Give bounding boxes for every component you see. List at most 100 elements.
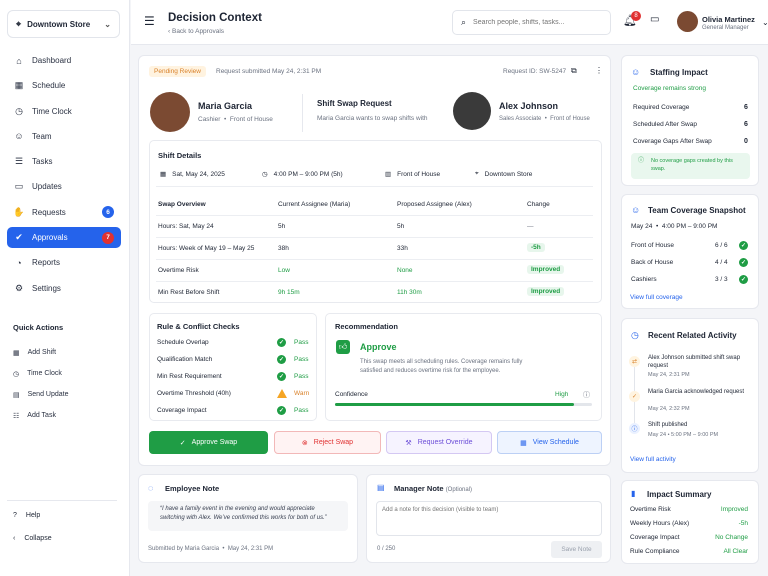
store-selector[interactable]: ⌖ Downtown Store ⌄	[7, 10, 120, 38]
request-override-button[interactable]: ⚒ Request Override	[386, 431, 492, 454]
chevron-down-icon: ⌄	[104, 19, 111, 29]
sidebar-item-team[interactable]: ☺ Team	[7, 126, 121, 147]
page-title: Decision Context	[168, 12, 262, 24]
table-row-current: 38h	[278, 245, 289, 252]
no-gaps-text: No coverage gaps created by this swap.	[651, 158, 733, 173]
rules-title: Rule & Conflict Checks	[157, 322, 240, 331]
task-plus-icon: ☷	[13, 412, 20, 420]
impact-label: Coverage Impact	[630, 534, 680, 541]
recommendation-title: Recommendation	[335, 322, 398, 331]
coverage-when: May 24 • 4:00 PM – 9:00 PM	[631, 223, 718, 230]
sidebar-item-updates[interactable]: ▭ Updates	[7, 176, 121, 197]
approve-swap-button[interactable]: ✓ Approve Swap	[149, 431, 268, 454]
rules-panel: Rule & Conflict Checks Schedule Overlap …	[149, 313, 317, 421]
table-row-current: 9h 15m	[278, 289, 300, 296]
from-name: Maria Garcia	[198, 101, 253, 111]
calendar-icon: ▦	[160, 171, 167, 178]
staffing-label: Scheduled After Swap	[633, 121, 697, 128]
clock-icon: ◷	[15, 105, 23, 116]
chevron-down-icon[interactable]: ⌄	[762, 18, 768, 27]
info-icon: ⓘ	[638, 158, 645, 164]
table-row-current: Low	[278, 267, 290, 274]
sidebar-item-label: Tasks	[32, 157, 53, 167]
shift-dept-value: Front of House	[397, 170, 441, 178]
table-row-proposed: 5h	[397, 223, 405, 230]
table-row-label: Hours: Sat, May 24	[158, 223, 214, 230]
quick-action-send-update[interactable]: ▤ Send Update	[13, 384, 123, 405]
maria-avatar	[150, 92, 190, 132]
clock-icon: ◷	[262, 171, 268, 178]
shift-time: ◷ 4:00 PM – 9:00 PM (5h)	[262, 170, 343, 179]
sidebar-item-schedule[interactable]: ▦ Schedule	[7, 75, 121, 96]
activity-time: May 24 • 5:00 PM – 9:00 PM	[648, 432, 719, 438]
save-note-button[interactable]: Save Note	[551, 541, 602, 558]
table-row-change: —	[527, 223, 534, 230]
sidebar-item-dashboard[interactable]: ⌂ Dashboard	[7, 50, 121, 71]
from-role: Cashier	[198, 116, 221, 123]
confidence-value: High	[555, 391, 569, 398]
view-coverage-link[interactable]: View full coverage	[630, 294, 683, 301]
check-icon: ✓	[739, 275, 748, 284]
reject-swap-button[interactable]: ⊗ Reject Swap	[274, 431, 381, 454]
clock-icon: ◷	[631, 330, 639, 340]
note-icon: ▤	[377, 483, 385, 492]
collapse-label: Collapse	[24, 535, 52, 542]
collapse-button[interactable]: ‹ Collapse	[13, 535, 52, 542]
check-icon: ✓	[277, 372, 286, 381]
activity-text: Maria Garcia acknowledged request	[648, 389, 745, 395]
coverage-value: 4 / 4	[715, 259, 728, 266]
employee-note-by: Submitted by Maria Garcia	[148, 546, 220, 552]
table-row-proposed: None	[397, 267, 413, 274]
staffing-value: 6	[744, 104, 748, 111]
view-schedule-button[interactable]: ▦ View Schedule	[497, 431, 602, 454]
sidebar-item-time-clock[interactable]: ◷ Time Clock	[7, 101, 121, 122]
search-input[interactable]	[473, 19, 602, 26]
calendar-icon: ▦	[520, 439, 527, 447]
sidebar-item-reports[interactable]: ◔ Reports	[7, 252, 121, 273]
sidebar-item-settings[interactable]: ⚙ Settings	[7, 278, 121, 299]
check-icon: ✓	[277, 338, 286, 347]
impact-title: Impact Summary	[647, 490, 712, 499]
menu-icon[interactable]: ☰	[144, 14, 155, 28]
confidence-track	[335, 403, 592, 406]
search-box[interactable]: ⌕	[452, 10, 611, 35]
help-link[interactable]: ? Help	[13, 512, 40, 519]
override-label: Request Override	[417, 439, 473, 446]
bar-chart-icon: ▮	[631, 489, 636, 498]
rule-result: Pass	[294, 407, 309, 414]
quick-action-add-task[interactable]: ☷ Add Task	[13, 405, 123, 426]
sidebar-item-tasks[interactable]: ☰ Tasks	[7, 151, 121, 172]
quick-action-add-shift[interactable]: ▦ Add Shift	[13, 342, 123, 363]
confidence-label: Confidence	[335, 391, 368, 398]
impact-value: Improved	[720, 506, 748, 513]
employee-note-meta: Submitted by Maria Garcia • May 24, 2:31…	[148, 546, 274, 552]
sidebar-item-approvals[interactable]: ✔ Approvals 7	[7, 227, 121, 249]
employee-note-time: May 24, 2:31 PM	[227, 546, 274, 552]
manager-note-input[interactable]	[376, 501, 602, 536]
chat-icon[interactable]: ▭	[650, 14, 659, 25]
status-badge: Pending Review	[149, 66, 206, 77]
shift-date-value: Sat, May 24, 2025	[172, 170, 225, 178]
copy-icon[interactable]: ⧉	[571, 66, 577, 76]
activity-time: May 24, 2:32 PM	[648, 406, 690, 412]
schedule-label: View Schedule	[532, 439, 579, 446]
quick-action-time-clock[interactable]: ◷ Time Clock	[13, 363, 123, 384]
thumbs-up-icon: 👍︎	[336, 340, 350, 354]
gear-icon: ⚙	[14, 282, 24, 293]
from-dept: Front of House	[229, 116, 273, 123]
view-activity-link[interactable]: View full activity	[630, 456, 676, 463]
sidebar-item-requests[interactable]: ✋ Requests 6	[7, 202, 121, 223]
info-icon[interactable]: ⓘ	[583, 390, 590, 400]
activity-time: May 24, 2:31 PM	[648, 372, 690, 378]
back-link[interactable]: ‹ Back to Approvals	[168, 28, 224, 35]
user-avatar[interactable]	[677, 11, 698, 32]
staffing-impact-card: ☺ Staffing Impact Coverage remains stron…	[621, 55, 759, 186]
sidebar-item-label: Reports	[32, 258, 61, 268]
confidence-fill	[335, 403, 574, 406]
more-icon[interactable]: ⋮	[595, 66, 603, 75]
wrench-icon: ⚒	[405, 439, 412, 447]
rule-result: Pass	[294, 373, 309, 380]
impact-label: Weekly Hours (Alex)	[630, 520, 690, 527]
coverage-label: Back of House	[631, 259, 674, 266]
activity-text: Shift published	[648, 422, 688, 428]
